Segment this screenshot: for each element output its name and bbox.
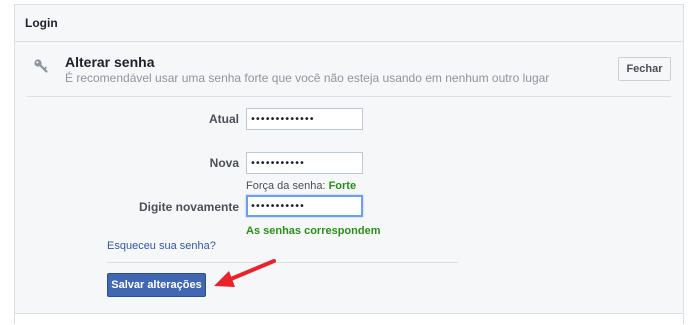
section-divider: [27, 96, 671, 97]
password-strength-value: Forte: [328, 180, 357, 192]
new-password-label: Nova: [209, 156, 239, 170]
current-password-field[interactable]: [246, 108, 363, 130]
password-strength: Força da senha: Forte: [246, 180, 356, 192]
confirm-password-field[interactable]: [246, 195, 363, 217]
panel-footer: [15, 314, 683, 325]
account-settings-panel: Login Alterar senha É recomendável usar …: [14, 4, 684, 325]
key-icon: [34, 59, 48, 73]
password-match-message: As senhas correspondem: [246, 225, 381, 237]
panel-header: Login: [15, 5, 683, 42]
current-password-label: Atual: [209, 112, 239, 126]
annotation-arrow-icon: [214, 259, 276, 287]
section-title: Alterar senha: [65, 54, 155, 70]
forgot-password-link[interactable]: Esqueceu sua senha?: [107, 240, 216, 252]
save-changes-button[interactable]: Salvar alterações: [107, 273, 206, 297]
section-description: É recomendável usar uma senha forte que …: [65, 71, 550, 85]
panel-title: Login: [25, 16, 58, 30]
close-button[interactable]: Fechar: [618, 57, 671, 81]
password-strength-label: Força da senha:: [246, 180, 326, 192]
confirm-password-label: Digite novamente: [138, 200, 239, 214]
new-password-field[interactable]: [246, 152, 363, 174]
